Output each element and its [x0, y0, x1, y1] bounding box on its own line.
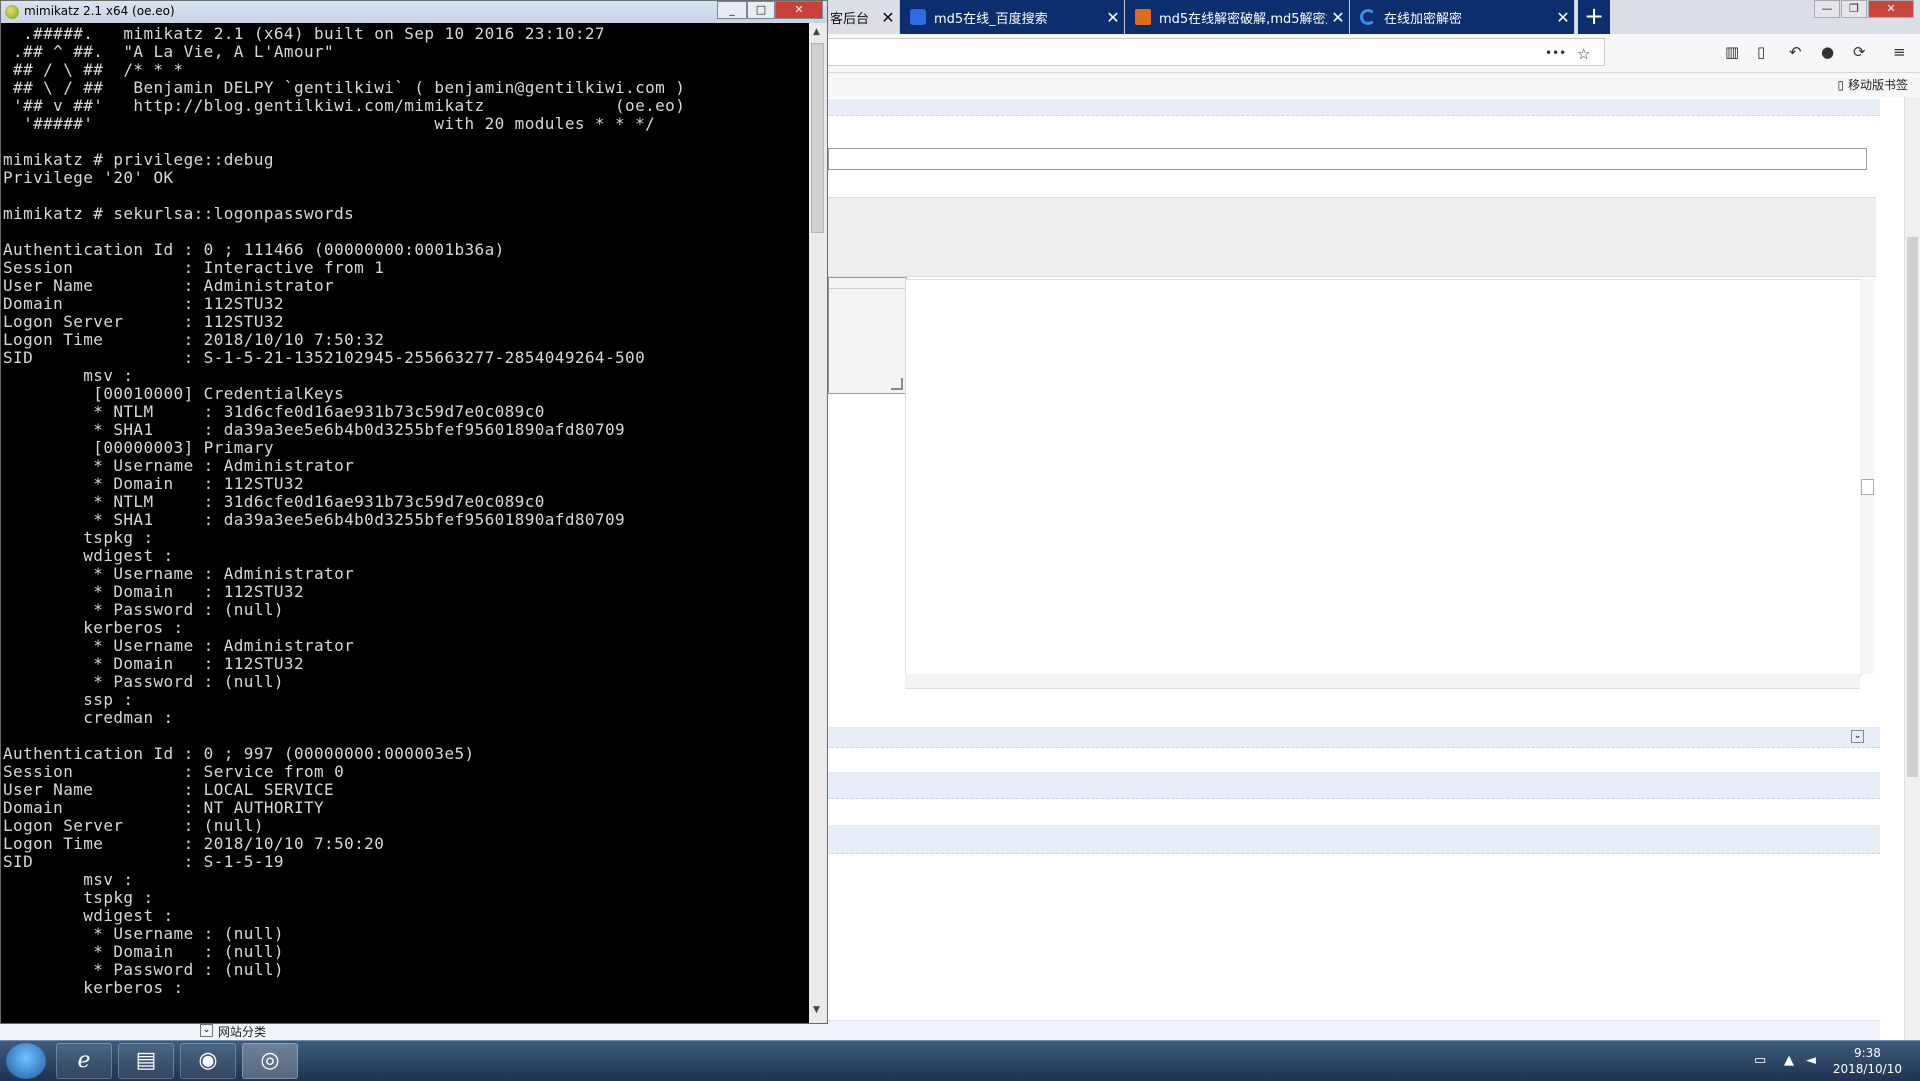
page-scroll-thumb[interactable] [1907, 237, 1918, 777]
new-tab-button[interactable]: + [1578, 0, 1610, 34]
editor-area[interactable] [905, 279, 1862, 676]
show-hidden-icons-icon[interactable]: ▲ [1784, 1053, 1794, 1068]
page-actions-icon[interactable]: ••• [1545, 46, 1566, 60]
title-input[interactable] [828, 148, 1867, 170]
tab-title: 客后台 [830, 11, 870, 27]
tab-title: md5在线解密破解,md5解密加 [1159, 11, 1327, 27]
mobile-bookmarks-label: 移动版书签 [1847, 78, 1908, 92]
sidebar-icon[interactable]: ▯ [1757, 43, 1765, 61]
url-bar[interactable]: ••• ☆ [820, 38, 1605, 66]
system-clock[interactable]: 9:38 2018/10/10 [1833, 1045, 1902, 1077]
tab-blog-admin[interactable]: 客后台 ✕ [828, 0, 900, 34]
console-minimize-button[interactable]: _ [717, 1, 747, 19]
collapse-icon[interactable]: ⌄ [1851, 730, 1864, 743]
console-close-button[interactable]: ✕ [775, 1, 823, 19]
browser-minimize-button[interactable]: — [1814, 0, 1840, 18]
console-maximize-button[interactable]: □ [747, 1, 775, 19]
c-favicon-icon [1360, 9, 1376, 25]
console-window[interactable]: mimikatz 2.1 x64 (oe.eo) _ □ ✕ .#####. m… [0, 0, 828, 1024]
console-scrollbar[interactable]: ▲ ▼ [809, 23, 827, 1023]
tab-title: 在线加密解密 [1384, 11, 1463, 27]
mimikatz-icon [5, 5, 19, 19]
terminal-output[interactable]: .#####. mimikatz 2.1 (x64) built on Sep … [1, 23, 809, 1023]
popup-panel [828, 277, 907, 394]
tab-title: md5在线_百度搜索 [934, 11, 1048, 27]
mobile-bookmarks-link[interactable]: ▯ 移动版书签 [1838, 76, 1908, 93]
category-checkbox[interactable]: ⌄ [200, 1024, 213, 1037]
tab-online-encrypt[interactable]: 在线加密解密 ✕ [1350, 0, 1575, 34]
scroll-down-icon[interactable]: ▼ [813, 1005, 820, 1015]
editor-hscroll[interactable] [905, 674, 1860, 689]
mimikatz-taskbar-icon[interactable]: ◎ [242, 1043, 298, 1079]
browser-close-button[interactable]: ✕ [1868, 0, 1914, 18]
clock-time: 9:38 [1853, 1046, 1881, 1060]
library-icon[interactable]: ▥ [1725, 43, 1739, 61]
console-titlebar[interactable]: mimikatz 2.1 x64 (oe.eo) _ □ ✕ [1, 1, 827, 23]
menu-icon[interactable]: ≡ [1893, 43, 1906, 61]
tab-close-icon[interactable]: ✕ [1552, 8, 1574, 27]
mobile-icon: ▯ [1837, 78, 1845, 92]
tab-close-icon[interactable]: ✕ [1327, 8, 1349, 27]
console-scroll-thumb[interactable] [811, 43, 824, 233]
keyboard-tray-icon[interactable]: ▭ [1754, 1053, 1766, 1068]
baidu-favicon-icon [910, 9, 926, 25]
bookmark-star-icon[interactable]: ☆ [1577, 45, 1590, 63]
tab-md5-decrypt[interactable]: md5在线解密破解,md5解密加 ✕ [1125, 0, 1350, 34]
firefox-taskbar-icon[interactable]: ◉ [180, 1043, 236, 1079]
scroll-up-icon[interactable]: ▲ [813, 27, 820, 37]
clock-date: 2018/10/10 [1832, 1062, 1902, 1076]
editor-scrollbar[interactable] [1860, 279, 1874, 674]
extension-icon[interactable]: ⟳ [1853, 43, 1866, 61]
explorer-taskbar-icon[interactable]: ▤ [118, 1043, 174, 1079]
taskbar: ℯ ▤ ◉ ◎ ▭ ▲ ◄ 9:38 2018/10/10 [0, 1040, 1920, 1081]
tab-md5-baidu[interactable]: md5在线_百度搜索 ✕ [900, 0, 1125, 34]
page-scrollbar[interactable] [1904, 97, 1920, 1040]
category-label: 网站分类 [218, 1025, 267, 1039]
ie-taskbar-icon[interactable]: ℯ [56, 1043, 112, 1079]
undo-icon[interactable]: ↶ [1789, 43, 1802, 61]
browser-maximize-button[interactable]: ❐ [1841, 0, 1867, 18]
resize-grip-icon[interactable] [891, 378, 903, 390]
chat-icon[interactable]: ● [1821, 43, 1834, 61]
volume-tray-icon[interactable]: ◄ [1806, 1053, 1816, 1068]
tab-close-icon[interactable]: ✕ [877, 8, 899, 27]
site-favicon-icon [1135, 9, 1151, 25]
terminal-text: .#####. mimikatz 2.1 (x64) built on Sep … [3, 24, 686, 997]
console-title: mimikatz 2.1 x64 (oe.eo) [24, 4, 175, 18]
tab-close-icon[interactable]: ✕ [1102, 8, 1124, 27]
start-button[interactable] [6, 1043, 46, 1079]
